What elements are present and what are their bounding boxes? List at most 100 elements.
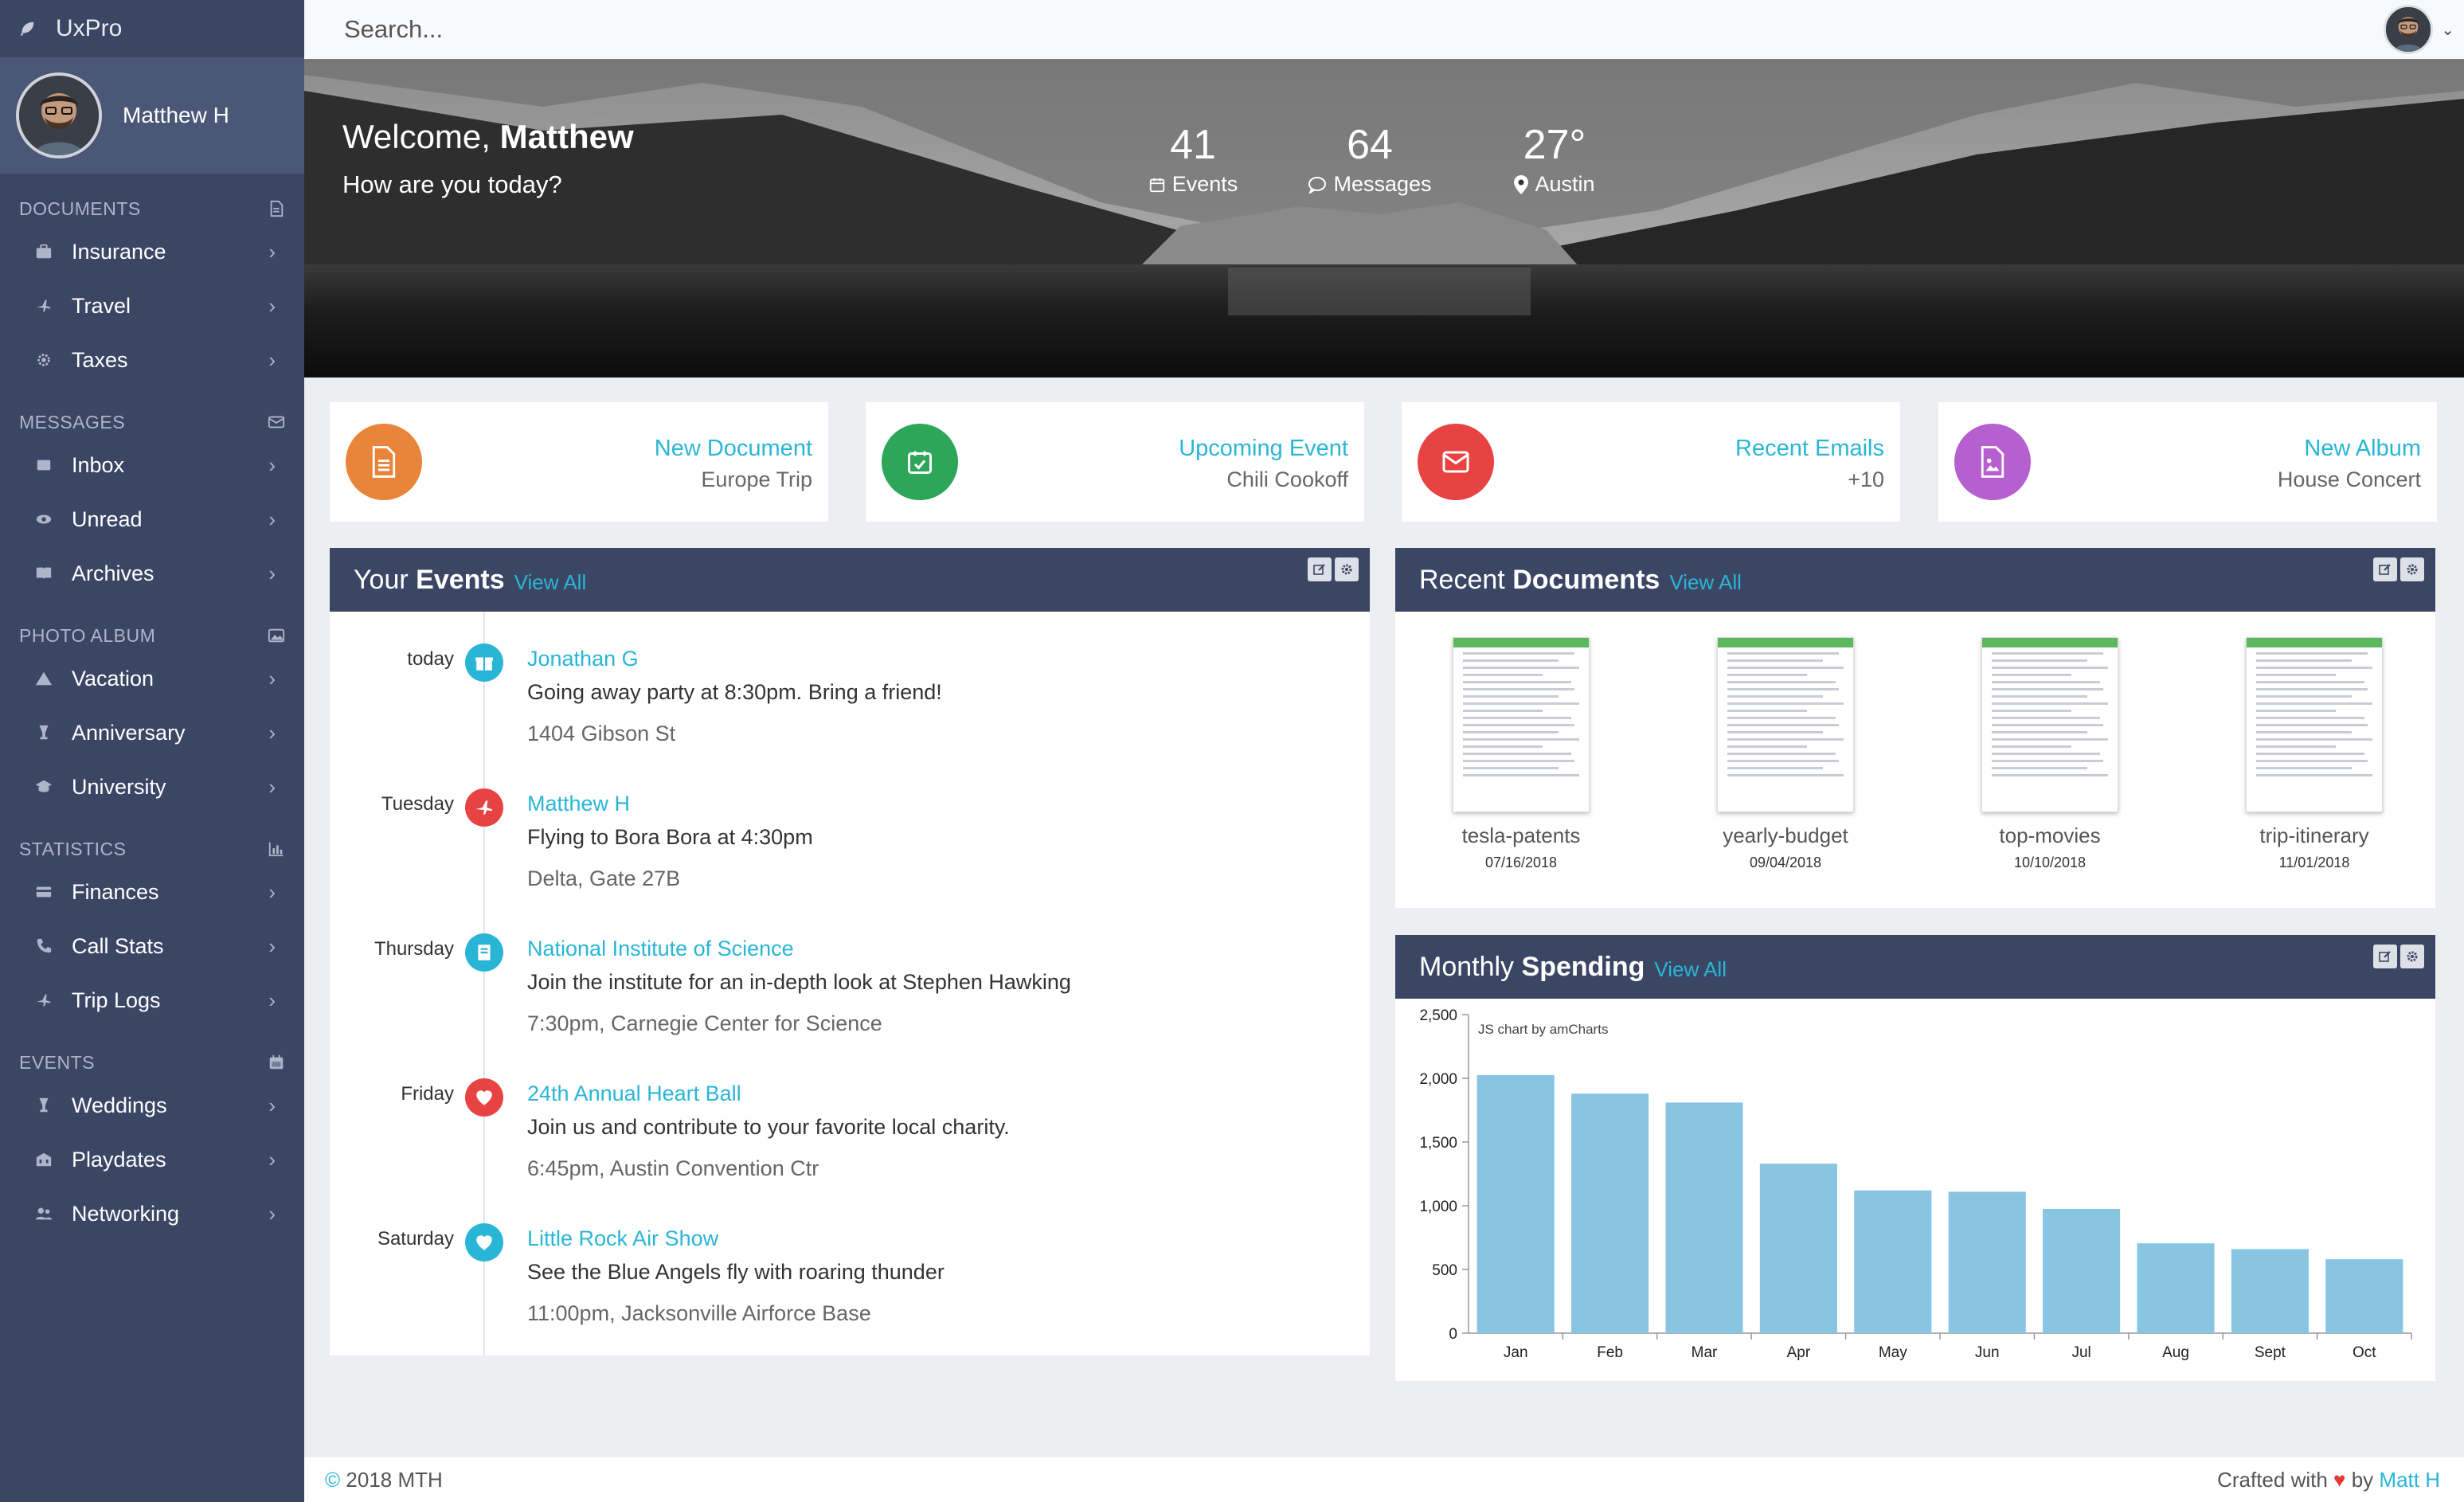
landscape-image: [304, 59, 2464, 377]
x-tick-label: Jul: [2071, 1344, 2090, 1361]
stat-value: 64: [1347, 122, 1393, 168]
sidebar-item-label: Archives: [72, 561, 154, 585]
sidebar-item-insurance[interactable]: Insurance ›: [0, 225, 304, 279]
sidebar-item-finances[interactable]: Finances ›: [0, 865, 304, 919]
card-title-word: Event: [1289, 436, 1348, 461]
phone-icon: [35, 937, 53, 955]
event-title-link[interactable]: Matthew H: [527, 792, 630, 816]
edit-icon[interactable]: [1308, 557, 1332, 581]
sidebar-item-label: Taxes: [72, 347, 128, 372]
chevron-right-icon: ›: [268, 774, 276, 799]
users-icon: [35, 1205, 53, 1222]
document-item[interactable]: yearly-budget 09/04/2018: [1690, 637, 1881, 871]
author-link[interactable]: Matt H: [2379, 1468, 2440, 1492]
credit-card-icon: [35, 883, 53, 901]
sidebar-profile[interactable]: Matthew H: [0, 57, 304, 174]
welcome-text: Welcome,: [342, 118, 491, 155]
gear-icon[interactable]: [1335, 557, 1359, 581]
brand[interactable]: UxPro: [0, 0, 304, 57]
sidebar-item-travel[interactable]: Travel ›: [0, 279, 304, 333]
hero-banner: Welcome, Matthew How are you today? 41 E…: [304, 59, 2464, 377]
sidebar-item-networking[interactable]: Networking ›: [0, 1187, 304, 1241]
chart-bar: [1665, 1102, 1743, 1333]
stat-value: 27°: [1523, 122, 1586, 168]
spending-panel: Monthly Spending View All 0 500 1,000 1,500…: [1395, 935, 2435, 1381]
event-title-link[interactable]: 24th Annual Heart Ball: [527, 1082, 741, 1106]
document-date: 07/16/2018: [1484, 855, 1558, 870]
sidebar-item-label: Trip Logs: [72, 988, 161, 1012]
card-recent-emails[interactable]: Recent Emails +10: [1402, 402, 1900, 522]
event-location: 11:00pm, Jacksonville Airforce Base: [527, 1301, 871, 1325]
panel-tools: [2373, 945, 2424, 968]
footer-owner: 2018 MTH: [346, 1467, 443, 1492]
gear-icon[interactable]: [2400, 945, 2424, 968]
document-thumbnail[interactable]: [1717, 637, 1854, 812]
sidebar-item-university[interactable]: University ›: [0, 760, 304, 814]
document-thumbnail[interactable]: [2246, 637, 2383, 812]
sidebar-item-anniversary[interactable]: Anniversary ›: [0, 706, 304, 760]
event-title-link[interactable]: National Institute of Science: [527, 937, 794, 961]
event-day: Friday: [401, 1083, 454, 1105]
document-name: tesla-patents: [1461, 823, 1581, 847]
sidebar-item-taxes[interactable]: Taxes ›: [0, 333, 304, 387]
document-item[interactable]: top-movies 10/10/2018: [1954, 637, 2145, 871]
sidebar-item-vacation[interactable]: Vacation ›: [0, 651, 304, 706]
x-tick-label: Apr: [1787, 1344, 1811, 1361]
card-title-word: Recent: [1735, 436, 1809, 461]
building-icon: [35, 1151, 53, 1168]
sidebar-item-inbox[interactable]: Inbox ›: [0, 438, 304, 492]
footer-credit: Crafted with ♥ by Matt H: [2217, 1468, 2440, 1492]
footer-copyright: © 2018 MTH: [325, 1468, 443, 1492]
card-subtitle: +10: [1848, 467, 1884, 491]
welcome-block: Welcome, Matthew How are you today?: [342, 118, 634, 199]
edit-icon[interactable]: [2373, 945, 2397, 968]
document-name: trip-itinerary: [2259, 823, 2369, 847]
gear-icon[interactable]: [2400, 557, 2424, 581]
card-title-word: Document: [706, 436, 812, 461]
chevron-right-icon: ›: [268, 1093, 276, 1117]
welcome-heading: Welcome, Matthew: [342, 118, 634, 156]
sidebar-section-statistics: STATISTICS: [0, 833, 304, 865]
chevron-right-icon: ›: [268, 561, 276, 585]
sidebar-item-weddings[interactable]: Weddings ›: [0, 1078, 304, 1132]
document-thumbnail[interactable]: [1981, 637, 2118, 812]
view-all-link[interactable]: View All: [1654, 957, 1727, 982]
footer-crafted: Crafted with: [2217, 1467, 2328, 1492]
sidebar-item-call-stats[interactable]: Call Stats ›: [0, 919, 304, 973]
document-name: top-movies: [1999, 823, 2101, 847]
sidebar-item-playdates[interactable]: Playdates ›: [0, 1132, 304, 1187]
panel-header: Monthly Spending View All: [1395, 935, 2435, 999]
envelope-icon: [1418, 424, 1494, 500]
sidebar-section-title: DOCUMENTS: [19, 198, 141, 219]
stat-messages[interactable]: 64 Messages: [1290, 121, 1449, 197]
envelope-icon: [268, 413, 285, 431]
stat-weather[interactable]: 27° Austin: [1483, 121, 1626, 197]
document-thumbnail[interactable]: [1453, 637, 1590, 812]
x-tick-label: Mar: [1692, 1344, 1718, 1361]
event-title-link[interactable]: Jonathan G: [527, 647, 639, 671]
sidebar-item-unread[interactable]: Unread ›: [0, 492, 304, 546]
y-tick-label: 2,000: [1419, 1071, 1457, 1088]
sidebar-item-trip-logs[interactable]: Trip Logs ›: [0, 973, 304, 1027]
chevron-right-icon: ›: [268, 507, 276, 531]
sidebar-section-messages: MESSAGES: [0, 406, 304, 438]
card-upcoming-event[interactable]: Upcoming Event Chili Cookoff: [866, 402, 1364, 522]
y-tick-label: 1,000: [1419, 1199, 1457, 1215]
document-item[interactable]: trip-itinerary 11/01/2018: [2219, 637, 2410, 871]
edit-icon[interactable]: [2373, 557, 2397, 581]
footer: © 2018 MTH Crafted with ♥ by Matt H: [304, 1457, 2464, 1502]
glass-icon: [35, 724, 53, 741]
view-all-link[interactable]: View All: [514, 570, 587, 595]
card-new-document[interactable]: New Document Europe Trip: [330, 402, 828, 522]
card-new-album[interactable]: New Album House Concert: [1938, 402, 2437, 522]
chevron-right-icon: ›: [268, 1147, 276, 1171]
briefcase-icon: [35, 243, 53, 260]
document-item[interactable]: tesla-patents 07/16/2018: [1426, 637, 1617, 871]
user-menu[interactable]: ⌄: [2384, 5, 2454, 54]
card-subtitle: Chili Cookoff: [1226, 467, 1348, 491]
search-input[interactable]: [344, 15, 822, 44]
view-all-link[interactable]: View All: [1669, 570, 1742, 595]
sidebar-item-archives[interactable]: Archives ›: [0, 546, 304, 600]
stat-events[interactable]: 41 Events: [1129, 121, 1257, 197]
event-title-link[interactable]: Little Rock Air Show: [527, 1226, 718, 1251]
